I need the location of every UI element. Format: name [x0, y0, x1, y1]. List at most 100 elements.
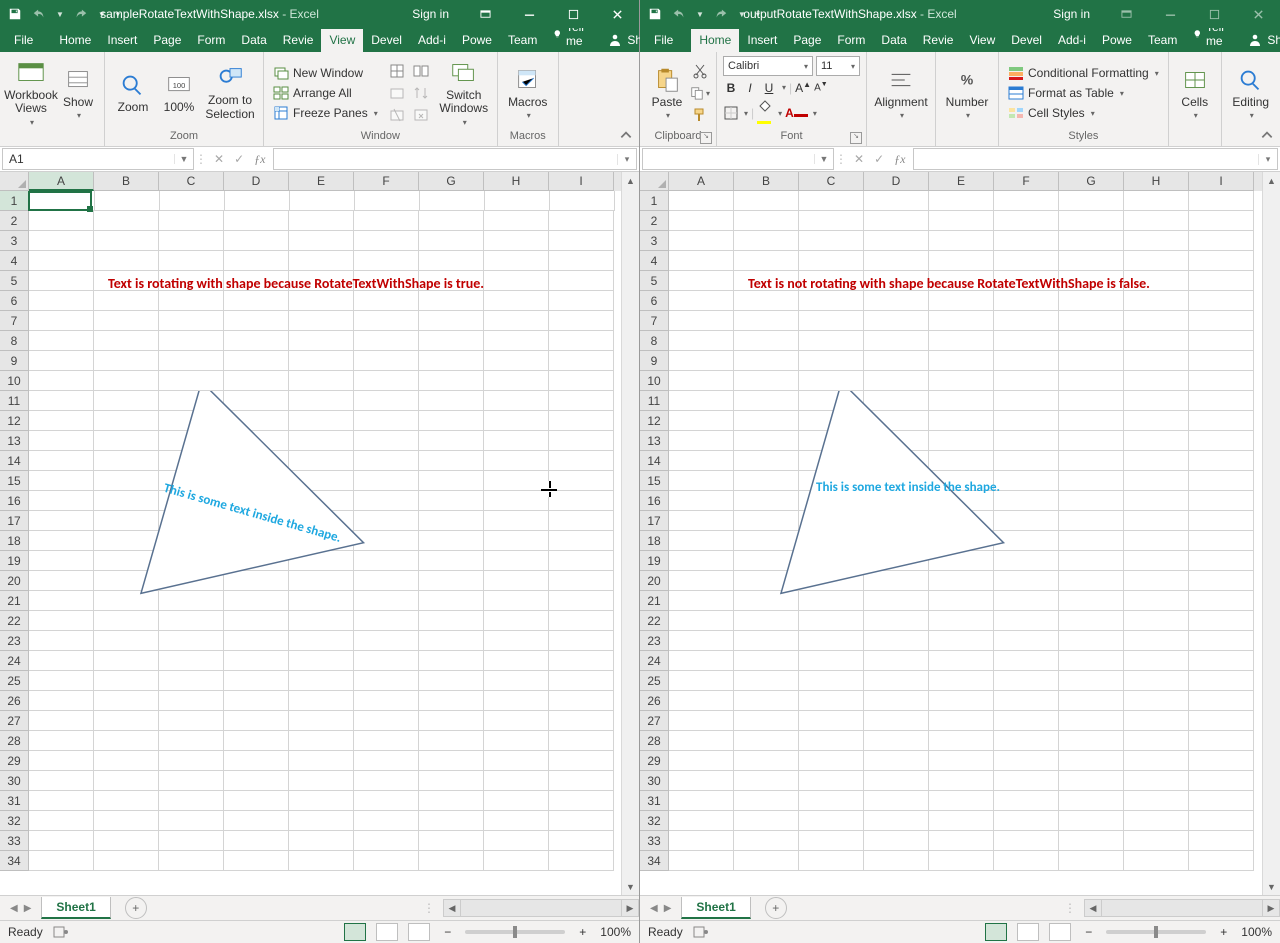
cell[interactable] [994, 411, 1059, 431]
row[interactable]: 33 [0, 831, 621, 851]
cell[interactable] [929, 451, 994, 471]
fx-icon[interactable]: ƒx [894, 152, 905, 167]
cancel-formula-icon[interactable]: ✕ [854, 152, 864, 166]
cell[interactable] [799, 771, 864, 791]
cell[interactable] [354, 751, 419, 771]
qat-customize-icon[interactable]: ▾ [116, 10, 120, 19]
col-header-I[interactable]: I [1189, 172, 1254, 191]
cell[interactable] [354, 571, 419, 591]
row-header[interactable]: 28 [0, 731, 29, 751]
share-button[interactable]: Share [1237, 32, 1280, 52]
cell[interactable] [1059, 451, 1124, 471]
cell[interactable] [354, 551, 419, 571]
cell[interactable] [354, 711, 419, 731]
cell[interactable] [1189, 451, 1254, 471]
cell[interactable] [354, 431, 419, 451]
cell[interactable] [159, 731, 224, 751]
row[interactable]: 2 [640, 211, 1262, 231]
close-button[interactable] [595, 0, 639, 28]
cell[interactable] [354, 631, 419, 651]
scroll-up-icon[interactable]: ▲ [1263, 172, 1280, 189]
cell[interactable] [354, 851, 419, 871]
cell[interactable] [864, 531, 929, 551]
cell[interactable] [354, 211, 419, 231]
cell[interactable] [484, 471, 549, 491]
cell[interactable] [864, 591, 929, 611]
cell[interactable] [864, 571, 929, 591]
scroll-right-icon[interactable]: ▶ [621, 899, 639, 917]
cell[interactable] [1124, 591, 1189, 611]
cell[interactable] [864, 611, 929, 631]
cell[interactable] [29, 271, 94, 291]
cell[interactable] [94, 331, 159, 351]
col-header-A[interactable]: A [669, 172, 734, 191]
cell[interactable] [1059, 411, 1124, 431]
row-header[interactable]: 13 [0, 431, 29, 451]
cell[interactable] [159, 351, 224, 371]
cell[interactable] [549, 551, 614, 571]
cell[interactable] [289, 651, 354, 671]
cell[interactable] [669, 711, 734, 731]
col-header-D[interactable]: D [224, 172, 289, 191]
row-header[interactable]: 17 [0, 511, 29, 531]
cell[interactable] [1124, 191, 1189, 211]
cell[interactable] [1124, 831, 1189, 851]
cell[interactable] [549, 611, 614, 631]
cell[interactable] [419, 371, 484, 391]
row[interactable]: 12 [0, 411, 621, 431]
cell[interactable] [94, 631, 159, 651]
cell[interactable] [484, 371, 549, 391]
row-header[interactable]: 19 [0, 551, 29, 571]
row[interactable]: 5 [0, 271, 621, 291]
cell[interactable] [864, 831, 929, 851]
cell[interactable] [929, 391, 994, 411]
undo-icon[interactable] [672, 7, 686, 21]
cell[interactable] [1059, 291, 1124, 311]
cell[interactable] [354, 451, 419, 471]
cell[interactable] [929, 711, 994, 731]
maximize-button[interactable] [1192, 0, 1236, 28]
grid-rows[interactable]: 1234567891011121314151617181920212223242… [0, 191, 621, 895]
row[interactable]: 8 [640, 331, 1262, 351]
cell[interactable] [224, 631, 289, 651]
cell[interactable] [929, 331, 994, 351]
cell[interactable] [549, 851, 614, 871]
cell[interactable] [929, 731, 994, 751]
cell[interactable] [1124, 291, 1189, 311]
cell[interactable] [94, 791, 159, 811]
cell[interactable] [1124, 491, 1189, 511]
row[interactable]: 28 [0, 731, 621, 751]
cell[interactable] [549, 431, 614, 451]
cell[interactable] [159, 491, 224, 511]
cell[interactable] [1189, 651, 1254, 671]
cell[interactable] [864, 251, 929, 271]
cell[interactable] [669, 671, 734, 691]
cell[interactable] [864, 671, 929, 691]
cell[interactable] [669, 811, 734, 831]
cell[interactable] [289, 371, 354, 391]
row[interactable]: 25 [0, 671, 621, 691]
redo-icon[interactable] [714, 7, 728, 21]
row[interactable]: 33 [640, 831, 1262, 851]
cell[interactable] [549, 371, 614, 391]
row[interactable]: 24 [0, 651, 621, 671]
view-side-button[interactable] [411, 61, 431, 81]
cell[interactable] [929, 491, 994, 511]
split-button[interactable] [387, 61, 407, 81]
cell[interactable] [669, 651, 734, 671]
cell[interactable] [1059, 531, 1124, 551]
row[interactable]: 17 [640, 511, 1262, 531]
enter-formula-icon[interactable]: ✓ [234, 152, 244, 166]
cell[interactable] [224, 791, 289, 811]
cell[interactable] [864, 651, 929, 671]
cell[interactable] [484, 291, 549, 311]
cell[interactable] [94, 691, 159, 711]
cell[interactable] [734, 511, 799, 531]
cell[interactable] [929, 671, 994, 691]
cell[interactable] [29, 391, 94, 411]
cell[interactable] [929, 751, 994, 771]
cell[interactable] [799, 451, 864, 471]
cell[interactable] [994, 311, 1059, 331]
cell[interactable] [734, 491, 799, 511]
col-header-G[interactable]: G [1059, 172, 1124, 191]
